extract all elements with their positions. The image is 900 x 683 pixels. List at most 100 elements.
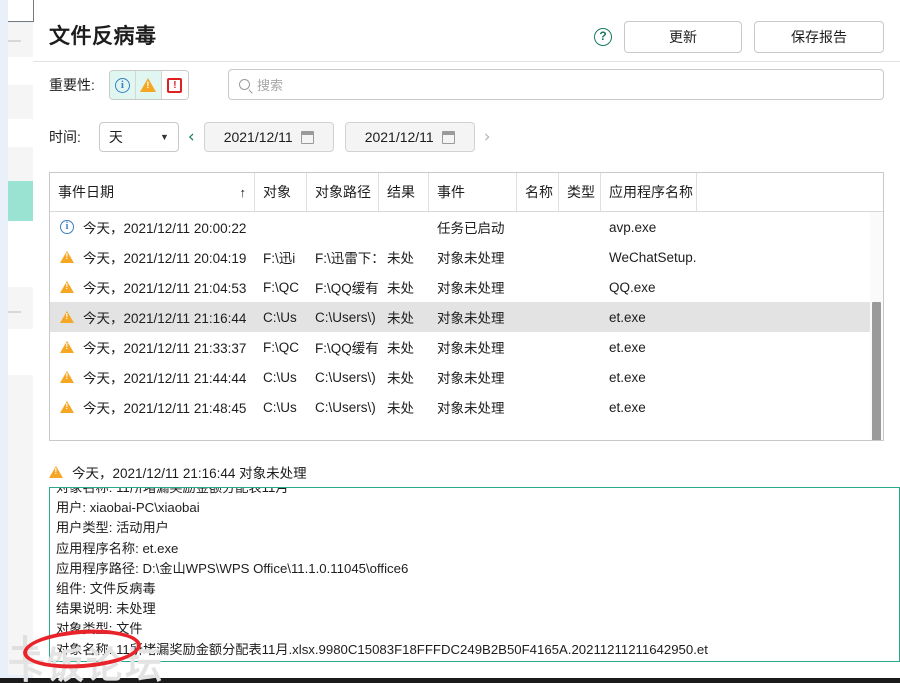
detail-line: 对象类型: 文件 bbox=[56, 621, 143, 637]
column-header-tail[interactable] bbox=[697, 173, 872, 211]
table-row[interactable]: i 今天，2021/12/11 20:00:22 任务已启动 avp.exe bbox=[50, 212, 883, 242]
column-header-event[interactable]: 事件 bbox=[429, 173, 517, 211]
cell-event: 任务已启动 bbox=[437, 221, 505, 236]
cell-appname: avp.exe bbox=[609, 219, 657, 235]
cell-event: 对象未处理 bbox=[437, 341, 505, 356]
table-row[interactable]: 今天，2021/12/11 21:33:37 F:\QC F:\QQ缓有未处 对象未处… bbox=[50, 332, 883, 362]
sidebar-item-2[interactable] bbox=[8, 57, 33, 85]
time-filter-row: 时间: 天 ▼ ‹ 2021/12/11 2021/12/11 › bbox=[49, 122, 500, 152]
sidebar-item-4[interactable] bbox=[8, 119, 33, 147]
detail-line: 用户: xiaobai-PC\xiaobai bbox=[56, 500, 200, 516]
cell-object: F:\迅i bbox=[263, 251, 296, 266]
sidebar-item-3[interactable] bbox=[8, 85, 33, 119]
cell-path: F:\QQ缓有 bbox=[315, 341, 379, 356]
warning-triangle-icon bbox=[60, 371, 74, 383]
cell-date: 今天，2021/12/11 21:48:45 bbox=[50, 397, 255, 417]
warning-triangle-icon bbox=[60, 251, 74, 263]
column-header-type[interactable]: 类型 bbox=[559, 173, 601, 211]
time-label: 时间: bbox=[49, 129, 81, 145]
cell-object: C:\Us bbox=[263, 399, 297, 415]
cell-appname: et.exe bbox=[609, 309, 646, 325]
table-row[interactable]: 今天，2021/12/11 21:44:44 C:\Us C:\Users\) 未处 对… bbox=[50, 362, 883, 392]
detail-line: 组件: 文件反病毒 bbox=[56, 580, 156, 596]
filter-warning-button[interactable] bbox=[135, 71, 162, 99]
app-window: 文件反病毒 ? 更新 保存报告 重要性: i ! ! 搜索 时间: 天 ▼ ‹ … bbox=[0, 0, 900, 683]
table-vertical-scrollbar[interactable] bbox=[870, 212, 883, 440]
column-header-path[interactable]: 对象路径 bbox=[307, 173, 379, 211]
cell-date: 今天，2021/12/11 21:16:44 bbox=[50, 307, 255, 327]
cell-appname: et.exe bbox=[609, 399, 646, 415]
cell-date: 今天，2021/12/11 20:04:19 bbox=[50, 247, 255, 267]
sidebar-item-5[interactable] bbox=[8, 147, 33, 181]
warning-triangle-icon bbox=[60, 281, 74, 293]
column-header-label: 对象路径 bbox=[315, 184, 371, 200]
period-select[interactable]: 天 ▼ bbox=[98, 122, 179, 152]
column-header-date[interactable]: 事件日期 ↑ bbox=[50, 173, 255, 211]
cell-date-text: 今天，2021/12/11 21:48:45 bbox=[83, 401, 247, 416]
warning-triangle-icon bbox=[49, 466, 63, 478]
table-row[interactable]: 今天，2021/12/11 21:48:45 C:\Us C:\Users\) 未处 对… bbox=[50, 392, 883, 422]
cell-event: 对象未处理 bbox=[437, 371, 505, 386]
calendar-icon bbox=[300, 130, 314, 144]
column-header-name[interactable]: 名称 bbox=[517, 173, 559, 211]
detail-heading-text: 今天，2021/12/11 21:16:44 对象未处理 bbox=[72, 466, 307, 481]
sidebar-top-box bbox=[8, 0, 34, 22]
info-circle-icon: i bbox=[114, 77, 130, 93]
cell-appname: et.exe bbox=[609, 339, 646, 355]
sidebar-item-10[interactable] bbox=[8, 375, 33, 675]
sidebar-item-active[interactable] bbox=[8, 181, 33, 221]
header-actions: ? 更新 保存报告 bbox=[594, 21, 884, 53]
cell-event: 对象未处理 bbox=[437, 251, 505, 266]
cell-object: C:\Us bbox=[263, 309, 297, 325]
warning-triangle-icon bbox=[60, 341, 74, 353]
cell-date: 今天，2021/12/11 21:44:44 bbox=[50, 367, 255, 387]
cell-path: C:\Users\) bbox=[315, 399, 376, 415]
cell-date-text: 今天，2021/12/11 21:04:53 bbox=[83, 281, 247, 296]
column-header-object[interactable]: 对象 bbox=[255, 173, 307, 211]
column-header-appname[interactable]: 应用程序名称 bbox=[601, 173, 697, 211]
chevron-down-icon: ▼ bbox=[159, 132, 169, 142]
column-header-result[interactable]: 结果 bbox=[379, 173, 429, 211]
date-to-value: 2021/12/11 bbox=[364, 129, 434, 145]
date-to-field[interactable]: 2021/12/11 bbox=[344, 122, 475, 152]
table-row[interactable]: 今天，2021/12/11 21:04:53 F:\QC F:\QQ缓有未处 对象未处… bbox=[50, 272, 883, 302]
cell-path: C:\Users\) bbox=[315, 369, 376, 385]
table-row[interactable]: 今天，2021/12/11 20:04:19 F:\迅i F:\迅雷下： 未处 对象未处… bbox=[50, 242, 883, 272]
filter-critical-button[interactable]: ! bbox=[161, 71, 188, 99]
date-from-field[interactable]: 2021/12/11 bbox=[203, 122, 334, 152]
cell-appname: et.exe bbox=[609, 369, 646, 385]
cell-event: 对象未处理 bbox=[437, 401, 505, 416]
table-header-row: 事件日期 ↑ 对象 对象路径 结果 事件 名称 类型 应用程序名称 bbox=[50, 173, 883, 212]
table-row[interactable]: 今天，2021/12/11 21:16:44 C:\Us C:\Users\) 未处 对… bbox=[50, 302, 883, 332]
search-input[interactable]: 搜索 bbox=[228, 69, 884, 100]
cell-event: 对象未处理 bbox=[437, 281, 505, 296]
cell-path: C:\Users\) bbox=[315, 309, 376, 325]
column-header-label: 名称 bbox=[525, 184, 553, 200]
warning-triangle-icon bbox=[140, 78, 157, 92]
update-button[interactable]: 更新 bbox=[624, 21, 742, 53]
column-header-label: 类型 bbox=[567, 184, 595, 200]
warning-triangle-icon bbox=[60, 311, 74, 323]
next-period-button[interactable]: › bbox=[484, 127, 491, 147]
column-header-label: 事件日期 bbox=[58, 184, 114, 200]
sidebar-item-9[interactable] bbox=[8, 329, 33, 375]
detail-line: 对象路径: C:\Users\xiaobai\AppData\Roaming\k… bbox=[56, 660, 893, 661]
cell-result: 未处 bbox=[387, 341, 414, 356]
search-placeholder: 搜索 bbox=[257, 78, 284, 93]
cell-object: F:\QC bbox=[263, 279, 299, 295]
cell-object: C:\Us bbox=[263, 369, 297, 385]
detail-line: 对象名称: 11所堵漏奖励金额分配表11月.xlsx.9980C15083F18… bbox=[56, 641, 708, 657]
events-table: 事件日期 ↑ 对象 对象路径 结果 事件 名称 类型 应用程序名称 i 今天，2021/12/11… bbox=[49, 172, 884, 441]
filter-info-button[interactable]: i bbox=[109, 71, 136, 99]
prev-period-button[interactable]: ‹ bbox=[188, 127, 195, 147]
cell-date-text: 今天，2021/12/11 21:44:44 bbox=[83, 371, 247, 386]
cell-date-text: 今天，2021/12/11 21:16:44 bbox=[83, 311, 247, 326]
save-report-button[interactable]: 保存报告 bbox=[754, 21, 884, 53]
sidebar-item-7[interactable] bbox=[8, 221, 33, 287]
cell-object: F:\QC bbox=[263, 339, 299, 355]
help-circle-icon[interactable]: ? bbox=[594, 28, 612, 46]
scrollbar-thumb[interactable] bbox=[872, 302, 881, 440]
detail-textarea[interactable]: 对象名称: 11所堵漏奖励金额分配表11月 用户: xiaobai-PC\xiao… bbox=[49, 487, 900, 662]
main-panel: 文件反病毒 ? 更新 保存报告 重要性: i ! ! 搜索 时间: 天 ▼ ‹ … bbox=[33, 0, 900, 678]
sidebar-item-8[interactable] bbox=[8, 287, 33, 329]
